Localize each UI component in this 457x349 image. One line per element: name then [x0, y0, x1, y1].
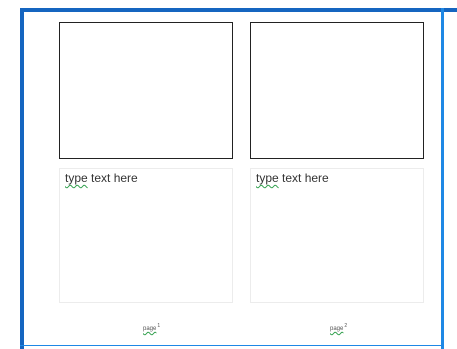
storyboard-canvas: type text here page1 type text here page… — [0, 0, 457, 349]
panel-1-image-frame[interactable] — [59, 22, 233, 159]
panel-1-page-label: page1 — [143, 323, 160, 332]
panel-2-page-number: 2 — [344, 323, 348, 329]
canvas-border-right — [441, 8, 444, 349]
panel-1-text-first-word: type — [65, 171, 88, 185]
panel-1-page-word: page — [143, 326, 157, 332]
canvas-border-top — [20, 8, 457, 12]
canvas-border-bottom — [20, 345, 444, 346]
canvas-border-left — [20, 8, 24, 349]
panel-2-image-frame[interactable] — [250, 22, 424, 159]
panel-2-text-box[interactable]: type text here — [250, 168, 424, 303]
panel-2-page-word: page — [330, 326, 344, 332]
panel-2-text-rest: text here — [278, 171, 329, 185]
panel-2-page-label: page2 — [330, 323, 347, 332]
panel-1-text-rest: text here — [87, 171, 138, 185]
panel-1-text-box[interactable]: type text here — [59, 168, 233, 303]
panel-1-page-number: 1 — [157, 323, 161, 329]
panel-2-text-first-word: type — [256, 171, 279, 185]
